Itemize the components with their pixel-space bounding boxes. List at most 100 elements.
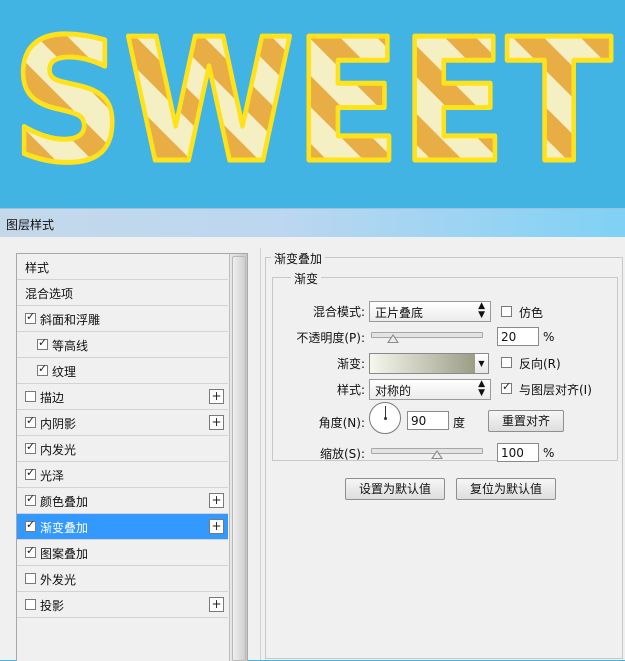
dialog-title: 图层样式	[6, 218, 55, 232]
checkmark-icon: ✓	[26, 544, 36, 557]
style-item-label: 描边	[40, 391, 65, 405]
scale-input[interactable]: 100	[497, 443, 539, 462]
style-item[interactable]: ✓ 内阴影 +	[17, 410, 228, 436]
add-effect-plus-icon[interactable]: +	[209, 597, 224, 612]
candy-text-banner: SWEET	[0, 0, 625, 208]
style-item-checkbox[interactable]: ✓	[25, 544, 36, 558]
style-item[interactable]: 投影 +	[17, 592, 228, 618]
style-item-label: 混合选项	[25, 287, 74, 301]
checkmark-icon: ✓	[26, 310, 36, 323]
dialog-body: 样式混合选项 ✓ 斜面和浮雕 ✓ 等高线 ✓ 纹理描边 + ✓ 内阴影 + ✓ 内发光 ✓ 光泽 ✓ 颜色叠加 +…	[0, 237, 625, 661]
style-item-checkbox[interactable]: ✓	[37, 362, 48, 376]
checkmark-icon: ✓	[26, 518, 36, 531]
style-item-checkbox[interactable]: ✓	[25, 440, 36, 454]
style-item[interactable]: 样式	[17, 254, 228, 280]
style-item-label: 光泽	[40, 469, 65, 483]
checkmark-icon: ✓	[38, 336, 48, 349]
style-item-label: 内发光	[40, 443, 77, 457]
style-item[interactable]: 外发光	[17, 566, 228, 592]
style-value: 对称的	[375, 384, 412, 398]
style-item-checkbox[interactable]	[25, 573, 36, 584]
style-item[interactable]: ✓ 纹理	[17, 358, 228, 384]
reverse-label: 反向(R)	[519, 357, 561, 371]
reset-to-default-button[interactable]: 复位为默认值	[456, 478, 556, 500]
style-item-label: 等高线	[52, 339, 89, 353]
style-item[interactable]: ✓ 斜面和浮雕	[17, 306, 228, 332]
opacity-label: 不透明度(P):	[296, 331, 365, 345]
angle-input[interactable]: 90	[407, 411, 449, 430]
style-item-checkbox[interactable]: ✓	[25, 310, 36, 324]
style-item[interactable]: ✓ 等高线	[17, 332, 228, 358]
style-item[interactable]: ✓ 颜色叠加 +	[17, 488, 228, 514]
gradient-preview[interactable]	[369, 353, 476, 374]
style-label: 样式:	[336, 383, 365, 397]
gradient-dropdown-button[interactable]: ▼	[475, 353, 489, 374]
style-item[interactable]: 描边 +	[17, 384, 228, 410]
checkmark-icon: ✓	[502, 380, 512, 393]
checkmark-icon: ✓	[26, 414, 36, 427]
opacity-slider-knob[interactable]	[387, 334, 399, 343]
gradient-overlay-panel: 渐变叠加 渐变 混合模式: 正片叠底 ▲ ▼ 仿色 不透明度(P): 20 % 渐…	[260, 248, 625, 660]
style-item-label: 纹理	[52, 365, 77, 379]
scale-slider-track[interactable]	[371, 448, 483, 454]
align-with-layer-label: 与图层对齐(I)	[519, 383, 592, 397]
sweet-text-artwork: SWEET	[10, 1, 615, 204]
style-item-label: 颜色叠加	[40, 495, 89, 509]
add-effect-plus-icon[interactable]: +	[209, 389, 224, 404]
style-item-label: 图案叠加	[40, 547, 89, 561]
checkmark-icon: ✓	[26, 440, 36, 453]
select-arrows-icon: ▲ ▼	[478, 379, 485, 398]
style-item-label: 样式	[25, 261, 50, 275]
gradient-group-title: 渐变	[291, 270, 322, 287]
add-effect-plus-icon[interactable]: +	[209, 493, 224, 508]
style-item-checkbox[interactable]: ✓	[25, 467, 36, 480]
styles-list-panel: 样式混合选项 ✓ 斜面和浮雕 ✓ 等高线 ✓ 纹理描边 + ✓ 内阴影 + ✓ 内发光 ✓ 光泽 ✓ 颜色叠加 +…	[16, 253, 248, 661]
sweet-text: SWEET	[12, 3, 612, 201]
dither-label: 仿色	[519, 306, 544, 320]
scale-unit: %	[543, 446, 555, 460]
style-item-checkbox[interactable]: ✓	[25, 414, 36, 428]
style-item[interactable]: ✓ 光泽	[17, 462, 228, 488]
checkmark-icon: ✓	[38, 362, 48, 375]
opacity-unit: %	[543, 330, 555, 344]
scale-label: 缩放(S):	[319, 447, 365, 461]
opacity-value: 20	[501, 330, 517, 344]
select-arrows-icon: ▲ ▼	[478, 301, 485, 320]
style-item-label: 内阴影	[40, 417, 77, 431]
dither-checkbox[interactable]	[501, 306, 512, 317]
reverse-checkbox[interactable]	[501, 357, 512, 368]
style-item-label: 渐变叠加	[40, 521, 89, 535]
gradient-label: 渐变:	[336, 357, 365, 371]
style-item-checkbox[interactable]	[25, 391, 36, 402]
angle-value: 90	[411, 414, 427, 428]
style-item[interactable]: ✓ 内发光	[17, 436, 228, 462]
style-item[interactable]: ✓ 渐变叠加 +	[17, 514, 228, 540]
add-effect-plus-icon[interactable]: +	[209, 519, 224, 534]
angle-dial[interactable]	[369, 402, 401, 434]
style-item-label: 斜面和浮雕	[40, 313, 101, 327]
scale-slider-knob[interactable]	[431, 450, 443, 459]
style-item-label: 外发光	[40, 573, 77, 587]
blend-mode-select[interactable]: 正片叠底 ▲ ▼	[369, 301, 491, 322]
style-item[interactable]: 混合选项	[17, 280, 228, 306]
checkmark-icon: ✓	[26, 492, 36, 505]
style-select[interactable]: 对称的 ▲ ▼	[369, 379, 491, 400]
style-item-checkbox[interactable]: ✓	[25, 518, 36, 532]
scale-value: 100	[501, 446, 524, 460]
styles-list-scrollbar[interactable]	[229, 254, 247, 661]
reset-alignment-button[interactable]: 重置对齐	[488, 410, 564, 432]
set-as-default-button[interactable]: 设置为默认值	[345, 478, 445, 500]
align-with-layer-checkbox[interactable]: ✓	[501, 380, 512, 394]
add-effect-plus-icon[interactable]: +	[209, 415, 224, 430]
scrollbar-thumb[interactable]	[232, 256, 246, 661]
dialog-titlebar[interactable]: 图层样式	[0, 208, 625, 237]
angle-unit: 度	[453, 416, 466, 430]
style-item-checkbox[interactable]: ✓	[25, 492, 36, 506]
blend-mode-value: 正片叠底	[375, 306, 424, 320]
blend-mode-label: 混合模式:	[312, 305, 365, 319]
style-item-checkbox[interactable]: ✓	[37, 336, 48, 350]
opacity-input[interactable]: 20	[497, 327, 539, 346]
style-item-label: 投影	[40, 599, 65, 613]
style-item[interactable]: ✓ 图案叠加	[17, 540, 228, 566]
style-item-checkbox[interactable]	[25, 599, 36, 610]
